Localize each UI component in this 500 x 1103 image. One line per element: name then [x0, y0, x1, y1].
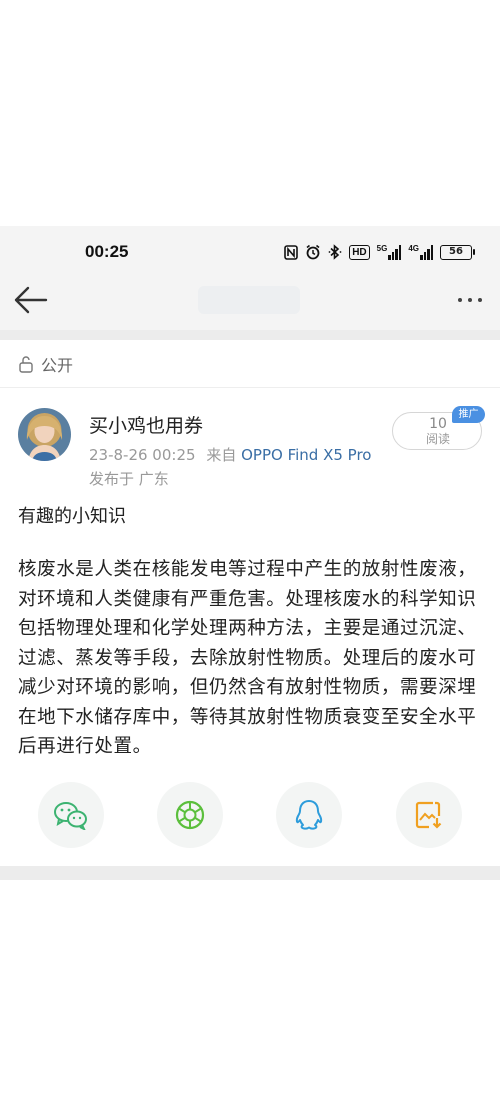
back-button[interactable] — [12, 284, 48, 316]
share-wechat-button[interactable] — [38, 782, 104, 848]
save-image-icon — [415, 801, 442, 829]
post-body: 核废水是人类在核能发电等过程中产生的放射性废液，对环境和人类健康有严重危害。处理… — [18, 559, 477, 757]
back-arrow-icon — [14, 286, 48, 314]
hd-icon: HD — [349, 244, 370, 260]
signal-5g-bars — [388, 244, 402, 260]
share-moments-button[interactable] — [157, 782, 223, 848]
bluetooth-icon — [328, 244, 342, 260]
signal-5g-icon: 5G — [377, 244, 402, 260]
nfc-icon — [284, 244, 299, 260]
nav-bar — [0, 278, 500, 322]
signal-4g-icon: 4G — [408, 244, 433, 260]
alarm-icon — [305, 244, 321, 260]
device-link[interactable]: OPPO Find X5 Pro — [241, 446, 371, 464]
share-save-image-button[interactable] — [396, 782, 462, 848]
visibility-label: 公开 — [41, 355, 74, 375]
status-icons: HD 5G 4G 56 — [284, 244, 475, 260]
share-row — [0, 782, 500, 848]
nav-title-placeholder — [198, 286, 300, 314]
signal-4g-label: 4G — [408, 244, 419, 253]
status-time: 00:25 — [85, 242, 129, 261]
from-label: 来自 — [206, 446, 237, 464]
qq-icon — [295, 800, 323, 830]
more-options-button[interactable] — [452, 286, 488, 314]
promo-tag[interactable]: 推广 — [452, 406, 485, 423]
bottom-divider — [0, 866, 500, 880]
post-date: 23-8-26 00:25 — [89, 446, 196, 464]
share-qq-button[interactable] — [276, 782, 342, 848]
section-divider — [0, 330, 500, 340]
more-dots-icon — [458, 298, 462, 302]
post-title: 有趣的小知识 — [18, 506, 126, 527]
signal-4g-bars — [420, 244, 433, 260]
read-label: 阅读 — [425, 432, 450, 446]
top-blank-area — [0, 0, 500, 226]
post-meta: 23-8-26 00:25 来自 OPPO Find X5 Pro — [89, 444, 371, 465]
lock-open-icon — [19, 355, 33, 373]
avatar[interactable] — [18, 408, 71, 461]
author-name[interactable]: 买小鸡也用券 — [89, 411, 203, 438]
visibility-row[interactable]: 公开 — [0, 340, 500, 388]
signal-5g-label: 5G — [376, 244, 388, 253]
moments-icon — [175, 800, 205, 830]
status-bar: 00:25 HD 5G 4G 56 — [0, 240, 500, 270]
wechat-icon — [54, 802, 87, 830]
post-location: 发布于 广东 — [89, 470, 169, 488]
post-header: 买小鸡也用券 23-8-26 00:25 来自 OPPO Find X5 Pro… — [0, 400, 500, 492]
battery-indicator: 56 — [440, 244, 475, 260]
bottom-blank-area — [0, 880, 500, 1103]
